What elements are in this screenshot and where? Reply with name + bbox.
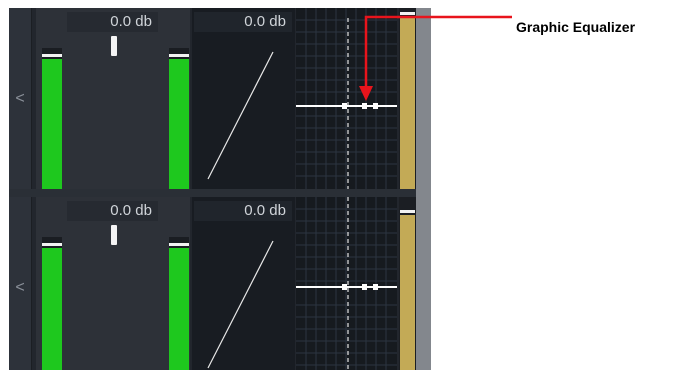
arrowhead-icon xyxy=(359,86,373,101)
annotation-arrow xyxy=(359,15,512,101)
callout-line xyxy=(364,15,512,92)
annotation-label: Graphic Equalizer xyxy=(516,19,636,35)
